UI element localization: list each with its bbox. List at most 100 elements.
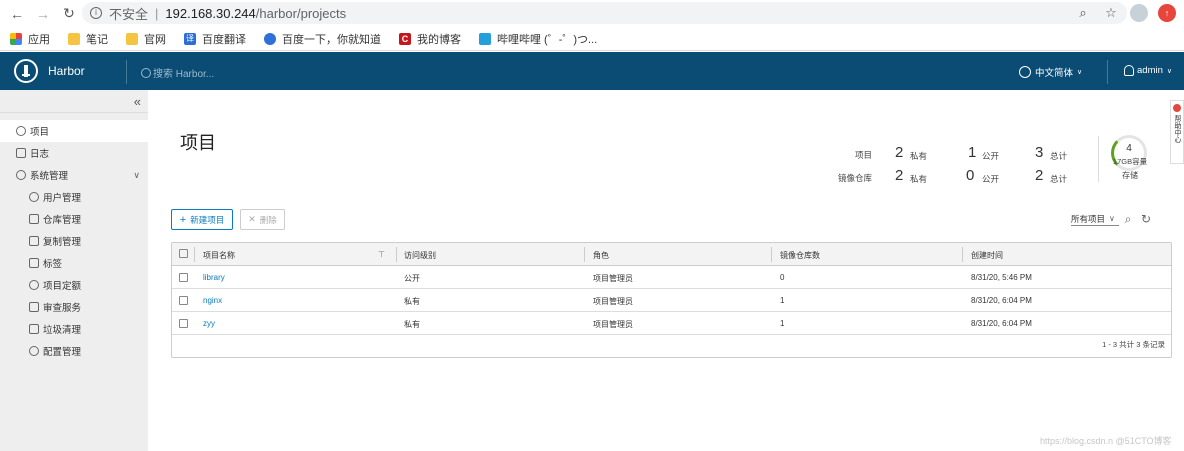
- projects-private-count: 2: [895, 144, 904, 161]
- url-host: 192.168.30.244: [165, 5, 256, 21]
- column-divider: [962, 247, 963, 262]
- column-header-repo-count[interactable]: 镜像仓库数: [780, 250, 820, 261]
- projects-public-count: 1: [968, 144, 977, 161]
- row-checkbox[interactable]: [179, 319, 188, 328]
- filter-icon[interactable]: ⊤: [378, 250, 385, 259]
- sidebar-item-projects[interactable]: 项目: [0, 120, 148, 142]
- storage-capacity: 17GB容量: [1112, 157, 1148, 166]
- csdn-icon: C: [399, 32, 411, 45]
- harbor-logo-icon[interactable]: [14, 59, 38, 83]
- sidebar-item-gc[interactable]: 垃圾清理: [0, 318, 148, 340]
- select-all-checkbox[interactable]: [179, 249, 188, 258]
- back-icon[interactable]: ←: [8, 5, 26, 23]
- language-selector[interactable]: 中文简体 ∨: [1019, 65, 1082, 79]
- sidebar-item-config[interactable]: 配置管理: [0, 340, 148, 362]
- project-name-link[interactable]: nginx: [203, 296, 222, 305]
- column-divider: [396, 247, 397, 262]
- sidebar-item-registries[interactable]: 仓库管理: [0, 208, 148, 230]
- global-search-input[interactable]: 搜索 Harbor...: [141, 65, 214, 80]
- sidebar-item-admin[interactable]: 系统管理 ∨: [0, 164, 148, 186]
- repo-count: 0: [780, 273, 785, 282]
- role: 项目管理员: [593, 320, 633, 329]
- translate-icon: 译: [184, 32, 196, 45]
- chevron-down-icon: ∨: [133, 169, 140, 180]
- plus-icon: +: [179, 213, 187, 226]
- column-header-access[interactable]: 访问级别: [404, 250, 436, 261]
- new-project-button[interactable]: + 新建项目: [171, 209, 233, 230]
- table-row: library 公开 项目管理员 0 8/31/20, 5:46 PM: [172, 266, 1171, 289]
- collapse-sidebar-icon[interactable]: «: [134, 94, 141, 109]
- projects-total-count: 3: [1035, 144, 1044, 161]
- sidebar-item-users[interactable]: 用户管理: [0, 186, 148, 208]
- bookmark-official[interactable]: 官网: [126, 31, 166, 47]
- browser-toolbar: ← → ↻ i 不安全 | 192.168.30.244/harbor/proj…: [0, 0, 1184, 27]
- user-icon: [1124, 65, 1134, 76]
- app-header: Harbor 搜索 Harbor... 中文简体 ∨ admin ∨: [0, 52, 1184, 90]
- column-divider: [584, 247, 585, 262]
- bookmark-blog[interactable]: C 我的博客: [399, 31, 461, 47]
- zoom-icon[interactable]: ⌕: [1074, 4, 1092, 22]
- project-name-link[interactable]: zyy: [203, 319, 215, 328]
- column-header-role[interactable]: 角色: [593, 250, 609, 261]
- insecure-label: 不安全: [109, 6, 149, 22]
- refresh-icon[interactable]: ↻: [1140, 213, 1152, 225]
- table-row: zyy 私有 项目管理员 1 8/31/20, 6:04 PM: [172, 312, 1171, 335]
- page-title: 项目: [180, 133, 216, 153]
- baidu-icon: [264, 32, 276, 45]
- chevron-down-icon: ∨: [1109, 214, 1115, 223]
- header-divider: [1107, 60, 1108, 84]
- replication-icon: [29, 236, 39, 246]
- column-header-created[interactable]: 创建时间: [971, 250, 1003, 261]
- access-level: 私有: [404, 320, 420, 329]
- total-label: 总计: [1050, 174, 1068, 184]
- stat-label-projects: 项目: [854, 150, 872, 160]
- app-title[interactable]: Harbor: [48, 64, 85, 78]
- sidebar-item-interrogation[interactable]: 审查服务: [0, 296, 148, 318]
- sidebar-item-replication[interactable]: 复制管理: [0, 230, 148, 252]
- bookmark-apps[interactable]: 应用: [10, 31, 50, 47]
- info-icon[interactable]: i: [90, 7, 102, 19]
- creation-time: 8/31/20, 5:46 PM: [971, 273, 1032, 282]
- logs-icon: [16, 148, 26, 158]
- registries-icon: [29, 214, 39, 224]
- delete-button[interactable]: ✕ 删除: [240, 209, 285, 230]
- column-header-name[interactable]: 项目名称: [203, 250, 235, 261]
- project-name-link[interactable]: library: [203, 273, 225, 282]
- row-checkbox[interactable]: [179, 273, 188, 282]
- storage-label: 存储: [1122, 171, 1138, 180]
- folder-icon: [68, 32, 80, 45]
- project-filter-select[interactable]: 所有项目 ∨: [1071, 212, 1119, 226]
- help-center-tab[interactable]: 帮助中心: [1170, 100, 1184, 164]
- sidebar-item-labels[interactable]: 标签: [0, 252, 148, 274]
- bookmark-baidu[interactable]: 百度一下，你就知道: [264, 31, 381, 47]
- access-level: 私有: [404, 297, 420, 306]
- stat-label-repos: 镜像仓库: [837, 173, 872, 183]
- star-icon[interactable]: ☆: [1102, 4, 1120, 22]
- url-path: /harbor/projects: [255, 5, 347, 21]
- users-icon: [29, 192, 39, 202]
- profile-avatar[interactable]: [1130, 4, 1148, 22]
- role: 项目管理员: [593, 274, 633, 283]
- projects-table: 项目名称 ⊤ 访问级别 角色 镜像仓库数 创建时间 library 公开 项目管…: [171, 242, 1172, 358]
- gear-icon: [29, 346, 39, 356]
- sidebar-item-logs[interactable]: 日志: [0, 142, 148, 164]
- creation-time: 8/31/20, 6:04 PM: [971, 319, 1032, 328]
- address-bar[interactable]: i 不安全 | 192.168.30.244/harbor/projects: [82, 2, 1127, 24]
- chevron-down-icon: ∨: [1166, 67, 1172, 75]
- sidebar-item-quotas[interactable]: 项目定额: [0, 274, 148, 296]
- repos-public-count: 0: [966, 167, 975, 184]
- row-checkbox[interactable]: [179, 296, 188, 305]
- help-center-label: 帮助中心: [1174, 115, 1181, 143]
- reload-icon[interactable]: ↻: [60, 5, 78, 23]
- storage-count: 4: [1126, 143, 1132, 154]
- forward-icon[interactable]: →: [34, 5, 52, 23]
- bookmark-baidu-translate[interactable]: 译百度翻译: [184, 31, 246, 47]
- folder-icon: [126, 32, 138, 45]
- search-icon[interactable]: ⌕: [1122, 213, 1134, 225]
- bookmark-notes[interactable]: 笔记: [68, 31, 108, 47]
- bookmark-bilibili[interactable]: 哔哩哔哩 (゜-゜)つ...: [479, 31, 597, 47]
- user-menu[interactable]: admin ∨: [1124, 65, 1172, 76]
- extension-icon[interactable]: ↑: [1158, 4, 1176, 22]
- apps-icon: [10, 32, 22, 45]
- search-icon: [141, 67, 151, 78]
